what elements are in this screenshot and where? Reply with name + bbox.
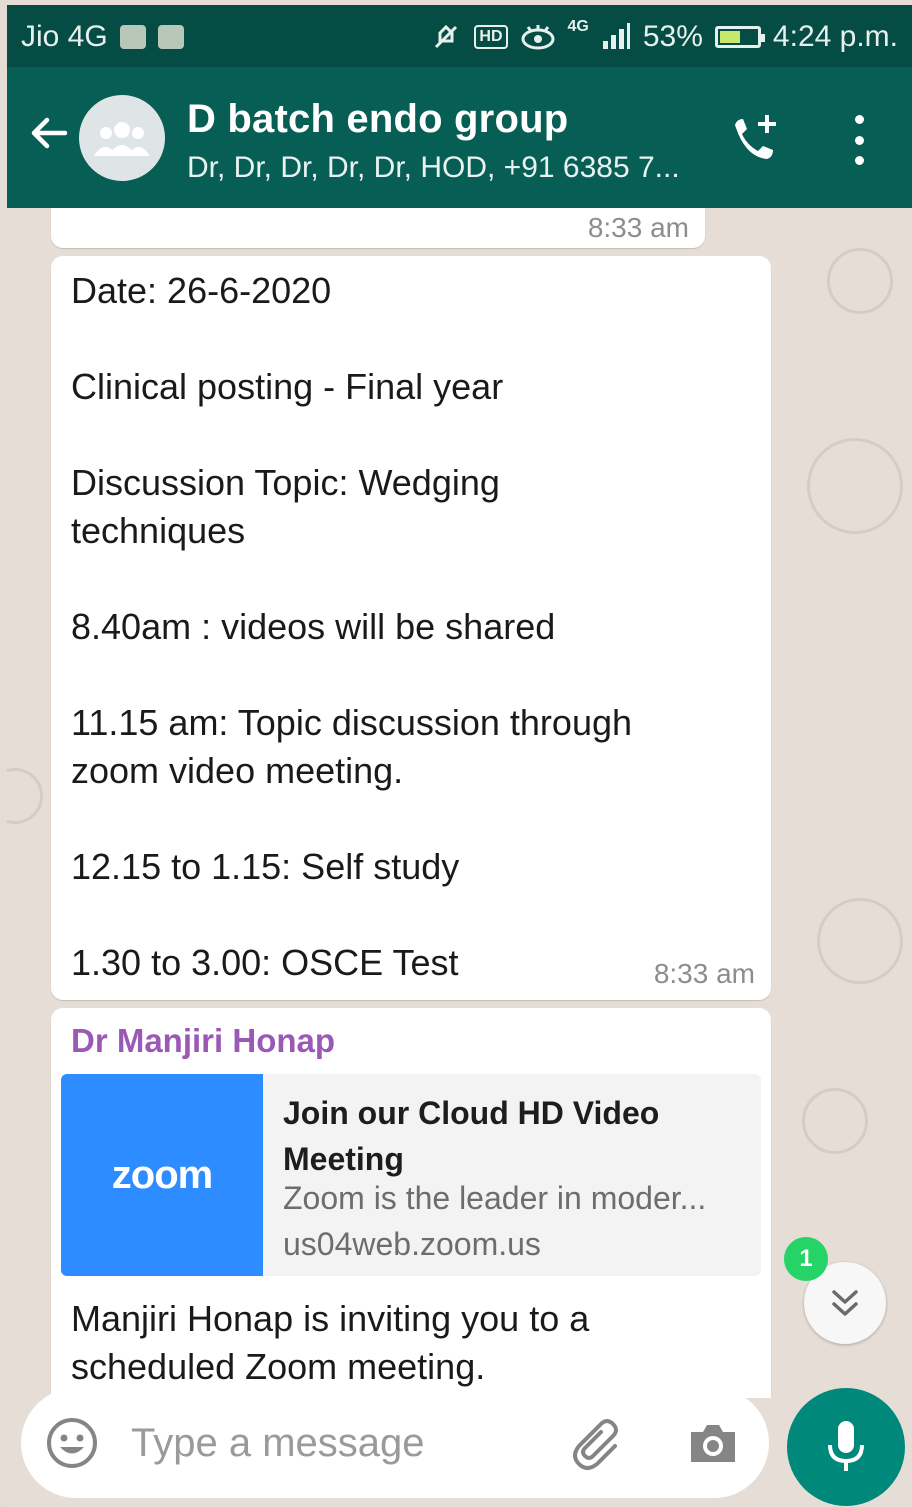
more-vert-icon[interactable] <box>847 115 871 165</box>
link-preview-title: Join our Cloud HD Video Meeting <box>283 1095 660 1177</box>
wallpaper-doodle <box>802 1088 868 1154</box>
group-avatar[interactable] <box>79 95 165 181</box>
status-right: HD 4G 53% 4:24 p.m. <box>430 18 898 54</box>
phone-screen: Jio 4G HD 4G 53% 4:24 p.m. D batch endo … <box>7 5 912 1507</box>
notification-icon <box>119 25 146 49</box>
message-line: Discussion Topic: Wedging <box>71 462 500 503</box>
wallpaper-doodle <box>827 248 893 314</box>
status-bar: Jio 4G HD 4G 53% 4:24 p.m. <box>7 5 912 67</box>
message-bubble-zoom-invite[interactable]: Dr Manjiri Honap zoom Join our Cloud HD … <box>51 1008 771 1398</box>
message-input-bar <box>21 1388 769 1498</box>
message-line: techniques <box>71 510 246 551</box>
emoji-icon[interactable] <box>45 1416 99 1470</box>
message-line: 11.15 am: Topic discussion through <box>71 702 633 743</box>
double-chevron-down-icon <box>832 1290 858 1316</box>
wallpaper-doodle <box>807 438 903 534</box>
clock: 4:24 p.m. <box>772 20 898 53</box>
message-time: 8:33 am <box>653 958 755 989</box>
link-preview-description: Zoom is the leader in moder... <box>283 1180 707 1216</box>
unread-badge[interactable]: 1 <box>784 1237 828 1281</box>
battery-percent: 53% <box>642 20 703 53</box>
message-line: 8.40am : videos will be shared <box>71 606 556 647</box>
sender-name[interactable]: Dr Manjiri Honap <box>71 1022 335 1060</box>
status-left: Jio 4G <box>21 20 184 54</box>
mic-icon <box>828 1421 864 1471</box>
group-icon <box>94 122 150 156</box>
wallpaper-doodle <box>817 898 903 984</box>
message-line: scheduled Zoom meeting. <box>71 1346 486 1387</box>
eye-icon <box>521 25 555 50</box>
battery-icon <box>714 26 765 48</box>
message-line: Manjiri Honap is inviting you to a <box>71 1298 590 1339</box>
link-preview-url: us04web.zoom.us <box>283 1226 541 1262</box>
message-line: 1.30 to 3.00: OSCE Test <box>71 942 459 983</box>
message-bubble-schedule[interactable]: Date: 26-6-2020 Clinical posting - Final… <box>51 256 771 1000</box>
chat-title[interactable]: D batch endo group <box>187 97 568 142</box>
message-input[interactable] <box>129 1412 553 1474</box>
chat-header: D batch endo group Dr, Dr, Dr, Dr, Dr, H… <box>7 67 912 208</box>
message-line: zoom video meeting. <box>71 750 404 791</box>
gallery-icon <box>157 25 184 49</box>
message-bubble-previous[interactable]: 8:33 am <box>51 208 705 248</box>
wallpaper-doodle <box>7 768 43 824</box>
zoom-logo: zoom <box>61 1074 263 1276</box>
paperclip-icon[interactable] <box>571 1416 627 1472</box>
hd-icon: HD <box>474 25 508 49</box>
carrier-label: Jio 4G <box>21 20 108 53</box>
message-time: 8:33 am <box>587 212 689 243</box>
message-line: Clinical posting - Final year <box>71 366 504 407</box>
arrow-left-icon[interactable] <box>25 109 73 157</box>
message-line: Date: 26-6-2020 <box>71 270 332 311</box>
chat-participants[interactable]: Dr, Dr, Dr, Dr, Dr, HOD, +91 6385 7... <box>187 151 680 185</box>
chat-area: 8:33 am Date: 26-6-2020 Clinical posting… <box>7 208 912 1398</box>
network-type-label: 4G <box>567 18 589 35</box>
mute-icon <box>435 24 458 49</box>
mic-button[interactable] <box>787 1388 905 1506</box>
signal-icon <box>602 23 630 49</box>
camera-icon[interactable] <box>685 1416 741 1472</box>
link-preview[interactable]: zoom Join our Cloud HD Video Meeting Zoo… <box>61 1074 761 1276</box>
message-line: 12.15 to 1.15: Self study <box>71 846 460 887</box>
add-call-icon[interactable] <box>725 111 785 171</box>
